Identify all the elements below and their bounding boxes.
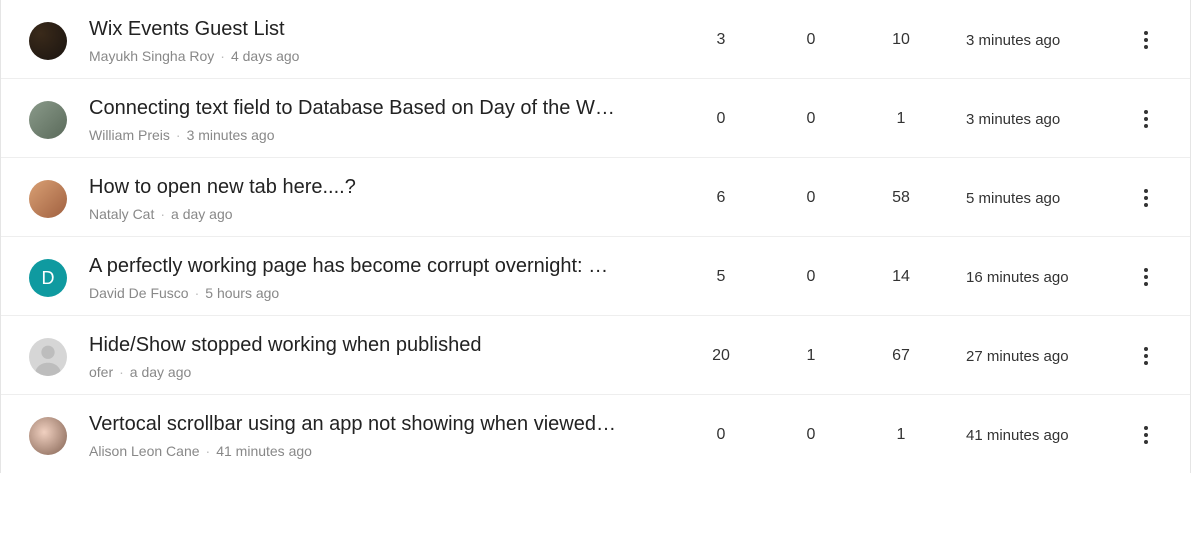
topic-meta: ofer·a day ago [89,364,656,380]
topic-cell: Connecting text field to Database Based … [89,95,676,143]
topic-title[interactable]: Hide/Show stopped working when published [89,332,629,358]
author-name[interactable]: ofer [89,364,113,380]
count-column-2: 0 [766,110,856,128]
topic-title[interactable]: How to open new tab here....? [89,174,629,200]
topic-cell: Vertocal scrollbar using an app not show… [89,411,676,459]
topic-row: D A perfectly working page has become cor… [1,237,1190,316]
author-name[interactable]: Nataly Cat [89,206,154,222]
last-activity: 41 minutes ago [946,427,1126,444]
topic-title[interactable]: Vertocal scrollbar using an app not show… [89,411,629,437]
separator-dot: · [113,364,130,380]
avatar[interactable] [29,22,67,60]
topic-cell: A perfectly working page has become corr… [89,253,676,301]
avatar-cell [29,336,89,376]
avatar-cell [29,415,89,455]
count-column-2: 0 [766,268,856,286]
count-column-1: 20 [676,347,766,365]
topic-title[interactable]: Connecting text field to Database Based … [89,95,629,121]
topic-cell: Hide/Show stopped working when published… [89,332,676,380]
author-name[interactable]: William Preis [89,127,170,143]
count-column-3: 58 [856,189,946,207]
count-column-1: 3 [676,31,766,49]
row-actions-button[interactable] [1126,31,1166,49]
user-silhouette-icon [29,338,67,376]
more-vertical-icon [1144,426,1148,444]
posted-time: a day ago [171,206,233,222]
count-column-3: 67 [856,347,946,365]
avatar[interactable] [29,338,67,376]
count-column-3: 1 [856,426,946,444]
topic-meta: Nataly Cat·a day ago [89,206,656,222]
posted-time: 41 minutes ago [216,443,312,459]
count-column-2: 0 [766,31,856,49]
topic-meta: William Preis·3 minutes ago [89,127,656,143]
topic-row: Hide/Show stopped working when published… [1,316,1190,395]
author-name[interactable]: Mayukh Singha Roy [89,48,214,64]
count-column-1: 0 [676,110,766,128]
avatar-cell [29,99,89,139]
posted-time: 3 minutes ago [187,127,275,143]
avatar[interactable] [29,101,67,139]
count-column-3: 10 [856,31,946,49]
row-actions-button[interactable] [1126,110,1166,128]
count-column-2: 0 [766,189,856,207]
avatar[interactable] [29,180,67,218]
avatar[interactable]: D [29,259,67,297]
avatar-cell [29,178,89,218]
topic-cell: Wix Events Guest List Mayukh Singha Roy·4… [89,16,676,64]
row-actions-button[interactable] [1126,426,1166,444]
last-activity: 16 minutes ago [946,269,1126,286]
count-column-1: 5 [676,268,766,286]
count-column-3: 1 [856,110,946,128]
count-column-2: 1 [766,347,856,365]
separator-dot: · [154,206,171,222]
avatar-cell [29,20,89,60]
last-activity: 3 minutes ago [946,111,1126,128]
topic-row: Vertocal scrollbar using an app not show… [1,395,1190,473]
avatar-cell: D [29,257,89,297]
topic-list: Wix Events Guest ListMayukh Singha Roy·4… [0,0,1191,473]
posted-time: 5 hours ago [205,285,279,301]
topic-row: Wix Events Guest List Mayukh Singha Roy·4… [1,0,1190,79]
more-vertical-icon [1144,268,1148,286]
topic-row: Connecting text field to Database Based … [1,79,1190,158]
count-column-1: 6 [676,189,766,207]
posted-time: 4 days ago [231,48,300,64]
last-activity: 27 minutes ago [946,348,1126,365]
more-vertical-icon [1144,110,1148,128]
topic-row: How to open new tab here....? Nataly Cat·… [1,158,1190,237]
count-column-2: 0 [766,426,856,444]
more-vertical-icon [1144,189,1148,207]
author-name[interactable]: David De Fusco [89,285,189,301]
row-actions-button[interactable] [1126,268,1166,286]
topic-title[interactable]: Wix Events Guest List [89,16,629,42]
separator-dot: · [214,48,231,64]
author-name[interactable]: Alison Leon Cane [89,443,200,459]
topic-title[interactable]: A perfectly working page has become corr… [89,253,629,279]
row-actions-button[interactable] [1126,189,1166,207]
posted-time: a day ago [130,364,192,380]
last-activity: 5 minutes ago [946,190,1126,207]
separator-dot: · [200,443,217,459]
more-vertical-icon [1144,31,1148,49]
topic-meta: Mayukh Singha Roy·4 days ago [89,48,656,64]
count-column-1: 0 [676,426,766,444]
separator-dot: · [189,285,206,301]
topic-meta: David De Fusco·5 hours ago [89,285,656,301]
topic-cell: How to open new tab here....? Nataly Cat·… [89,174,676,222]
topic-meta: Alison Leon Cane·41 minutes ago [89,443,656,459]
count-column-3: 14 [856,268,946,286]
last-activity: 3 minutes ago [946,32,1126,49]
separator-dot: · [170,127,187,143]
more-vertical-icon [1144,347,1148,365]
avatar[interactable] [29,417,67,455]
row-actions-button[interactable] [1126,347,1166,365]
